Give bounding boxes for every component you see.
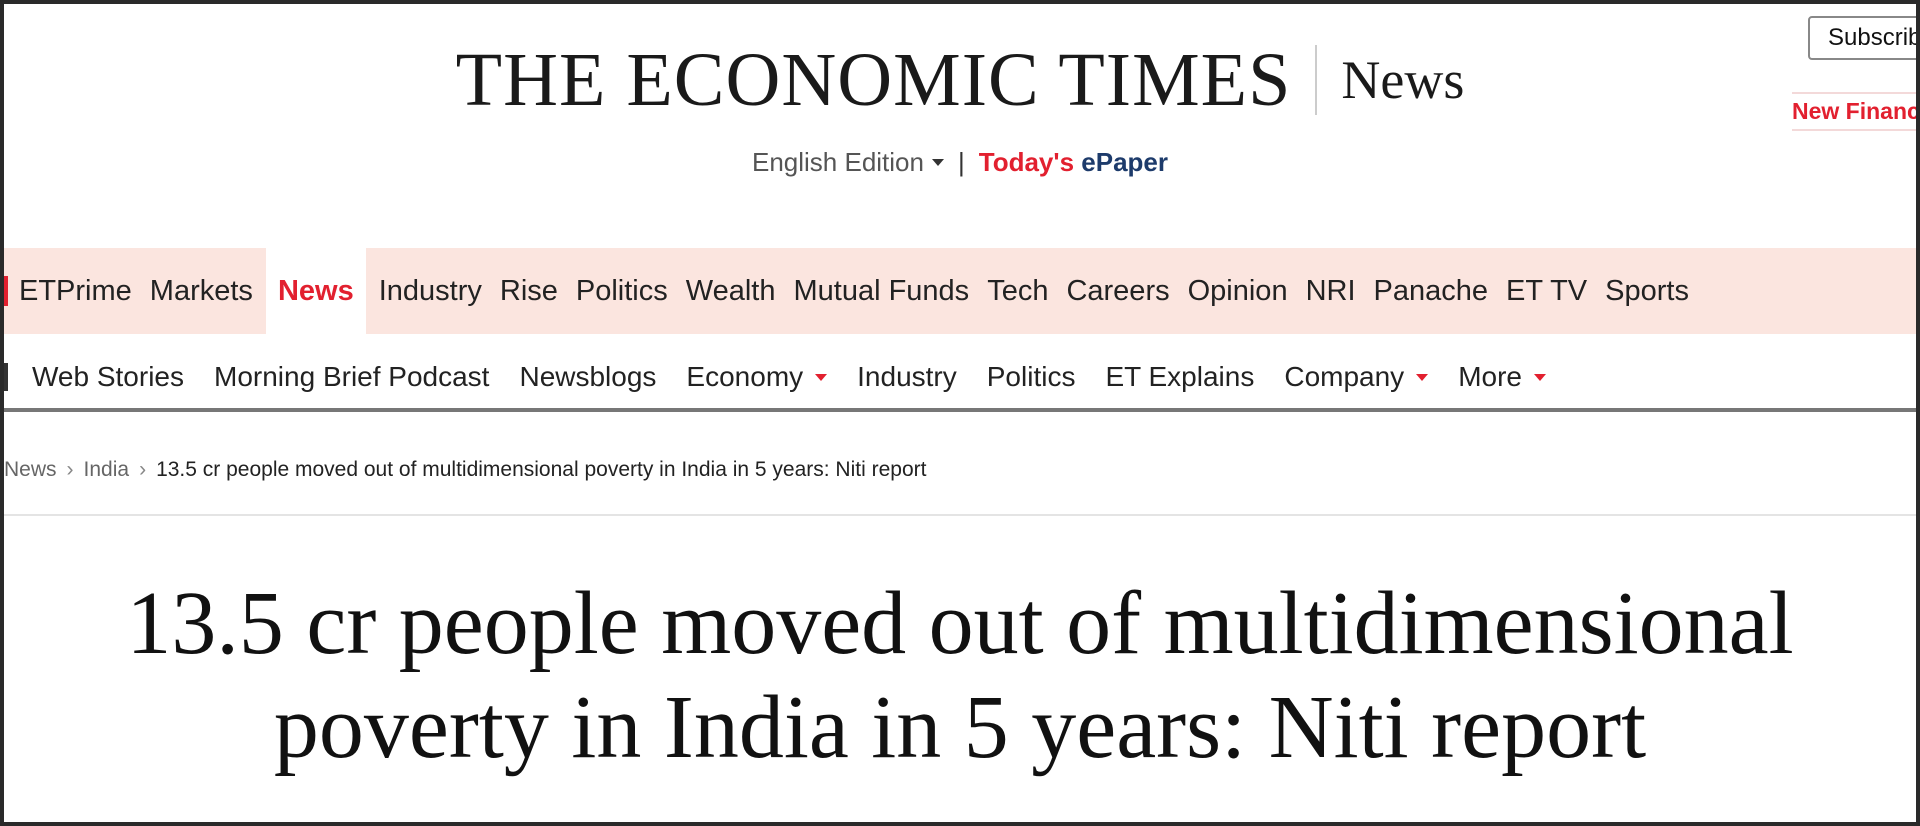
nav-item-tech[interactable]: Tech	[978, 248, 1057, 334]
subnav-item-company[interactable]: Company	[1284, 361, 1429, 393]
subnav-label: Economy	[686, 361, 804, 392]
nav-item-rise[interactable]: Rise	[491, 248, 567, 334]
nav-item-politics[interactable]: Politics	[567, 248, 677, 334]
section-name[interactable]: News	[1341, 49, 1464, 111]
breadcrumb-india[interactable]: India	[84, 458, 130, 482]
headline-line-2: poverty in India in 5 years: Niti report	[273, 678, 1647, 777]
nav-item-careers[interactable]: Careers	[1057, 248, 1178, 334]
breadcrumb: News › India › 13.5 cr people moved out …	[4, 452, 926, 488]
subnav-item-morning-brief-podcast[interactable]: Morning Brief Podcast	[214, 361, 489, 393]
nav-item-nri[interactable]: NRI	[1297, 248, 1365, 334]
nav-item-panache[interactable]: Panache	[1365, 248, 1498, 334]
subnav-label: Web Stories	[32, 361, 184, 392]
epaper-link[interactable]: Today's ePaper	[979, 147, 1168, 178]
nav-item-sports[interactable]: Sports	[1596, 248, 1698, 334]
subnav-item-web-stories[interactable]: Web Stories	[32, 361, 184, 393]
epaper-label-epaper: ePaper	[1081, 146, 1168, 177]
nav-item-industry[interactable]: Industry	[370, 248, 491, 334]
subnav-item-industry[interactable]: Industry	[857, 361, 957, 393]
subnav-label: Morning Brief Podcast	[214, 361, 490, 392]
breadcrumb-divider	[4, 514, 1916, 516]
epaper-label-today: Today's	[978, 146, 1075, 177]
subnav-label: Newsblogs	[519, 361, 657, 392]
nav-item-wealth[interactable]: Wealth	[677, 248, 785, 334]
nav-item-opinion[interactable]: Opinion	[1179, 248, 1297, 334]
breadcrumb-current: 13.5 cr people moved out of multidimensi…	[156, 458, 927, 481]
primary-nav: ETPrime Markets News Industry Rise Politics We…	[4, 248, 1916, 334]
logo-divider	[1315, 45, 1318, 115]
subnav-label: Politics	[986, 361, 1076, 392]
red-caret-down-icon	[1416, 373, 1429, 381]
secondary-nav: Web Stories Morning Brief Podcast Newsblog…	[4, 346, 1916, 412]
edition-separator: |	[957, 146, 965, 177]
nav-item-markets[interactable]: Markets	[141, 248, 262, 334]
breadcrumb-news[interactable]: News	[4, 458, 57, 482]
subnav-label: Company	[1284, 361, 1405, 392]
masthead: The Economic Times News	[0, 40, 1920, 120]
edition-selector[interactable]: English Edition	[752, 147, 944, 178]
breadcrumb-separator: ›	[139, 458, 147, 481]
nav-item-news[interactable]: News	[265, 248, 366, 334]
red-caret-down-icon	[1533, 373, 1546, 381]
brand-logo[interactable]: The Economic Times	[456, 42, 1292, 118]
nav-item-et-tv[interactable]: ET TV	[1497, 248, 1596, 334]
headline-line-1: 13.5 cr people moved out of multidimensi…	[126, 574, 1794, 673]
subnav-label: More	[1458, 361, 1522, 392]
edition-label: English Edition	[751, 146, 924, 177]
subnav-item-more[interactable]: More	[1458, 361, 1546, 393]
caret-down-icon	[931, 158, 944, 166]
subnav-item-newsblogs[interactable]: Newsblogs	[519, 361, 656, 393]
edition-row: English Edition | Today's ePaper	[0, 142, 1920, 182]
nav-overflow-stub	[4, 363, 8, 391]
subnav-item-economy[interactable]: Economy	[686, 361, 828, 393]
subnav-label: ET Explains	[1105, 361, 1255, 392]
red-caret-down-icon	[815, 373, 828, 381]
nav-accent-bar	[4, 276, 8, 306]
nav-item-mutual-funds[interactable]: Mutual Funds	[784, 248, 978, 334]
subscribe-button[interactable]: Subscribe	[1808, 16, 1920, 60]
subnav-item-politics[interactable]: Politics	[987, 361, 1076, 393]
subnav-item-et-explains[interactable]: ET Explains	[1105, 361, 1254, 393]
subnav-label: Industry	[857, 361, 957, 392]
article-headline: 13.5 cr people moved out of multidimensi…	[40, 572, 1880, 780]
nav-item-etprime[interactable]: ETPrime	[10, 248, 141, 334]
breadcrumb-separator: ›	[66, 458, 74, 481]
promo-link[interactable]: New Financial Year	[1792, 92, 1920, 131]
